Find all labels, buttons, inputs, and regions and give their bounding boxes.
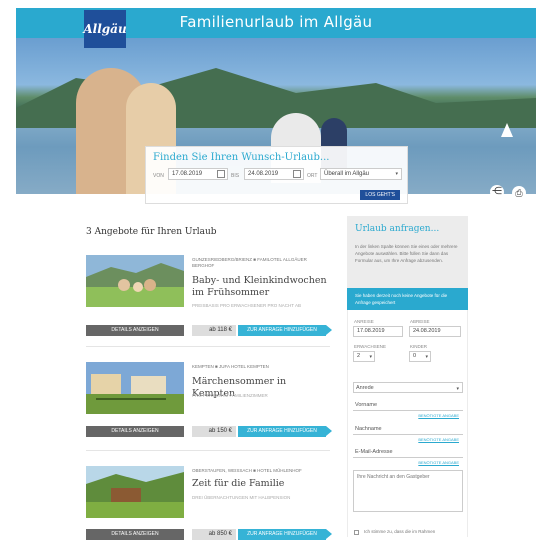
divider xyxy=(86,346,330,347)
print-icon[interactable]: ⎙ xyxy=(512,186,526,200)
offer-location: GUNZESRIEDBERG/BRIENZ ■ FAMILOTEL ALLGÄU… xyxy=(192,257,307,268)
allgaeu-logo[interactable]: Allgäu xyxy=(83,10,127,48)
from-label: VON xyxy=(153,173,164,179)
required-note: BENÖTIGTE ANGABE xyxy=(418,460,459,465)
adults-value: 2 xyxy=(357,353,361,359)
chevron-down-icon: ▾ xyxy=(369,354,372,360)
add-to-inquiry-button[interactable]: ZUR ANFRAGE HINZUFÜGEN xyxy=(238,529,332,540)
chevron-down-icon: ▾ xyxy=(395,171,398,177)
add-to-inquiry-button[interactable]: ZUR ANFRAGE HINZUFÜGEN xyxy=(238,325,332,336)
offer-price: ab 118 € xyxy=(192,325,236,336)
calendar-icon[interactable] xyxy=(293,170,301,178)
where-select[interactable]: Überall im Allgäu ▾ xyxy=(320,168,402,180)
offers-heading: 3 Angebote für Ihren Urlaub xyxy=(86,227,217,237)
offer-title[interactable]: Baby- und Kleinkindwochen im Frühsommer xyxy=(192,275,332,299)
share-icon[interactable]: ⋲ xyxy=(490,185,504,199)
offer-subtitle: PRO PERSON IM FAMILIENZIMMER xyxy=(192,393,268,398)
offer-location: KEMPTEN ■ JUFA HOTEL KEMPTEN xyxy=(192,364,269,369)
chevron-down-icon: ▾ xyxy=(456,386,459,392)
offer-image[interactable] xyxy=(86,362,184,414)
offer-image[interactable] xyxy=(86,255,184,307)
inquiry-empty-banner: Sie haben derzeit noch keine Angebote fü… xyxy=(347,288,468,310)
adults-label: ERWACHSENE xyxy=(354,344,387,349)
arrival-input[interactable]: 17.08.2019 xyxy=(353,326,403,337)
salutation-value: Anrede xyxy=(356,385,374,391)
details-button[interactable]: DETAILS ANZEIGEN xyxy=(86,325,184,336)
inquiry-description: In der linken Spalte können Sie eines od… xyxy=(355,244,458,263)
offer-price: ab 150 € xyxy=(192,426,236,437)
details-button[interactable]: DETAILS ANZEIGEN xyxy=(86,426,184,437)
firstname-field[interactable]: Vorname xyxy=(353,400,463,411)
required-note: BENÖTIGTE ANGABE xyxy=(418,437,459,442)
to-date-value: 24.08.2019 xyxy=(248,171,279,177)
chevron-down-icon: ▾ xyxy=(425,354,428,360)
from-date-input[interactable]: 17.08.2019 xyxy=(168,168,228,180)
where-value: Überall im Allgäu xyxy=(324,171,370,177)
children-label: KINDER xyxy=(410,344,428,349)
offer-title[interactable]: Zeit für die Familie xyxy=(192,478,332,490)
children-select[interactable]: 0 ▾ xyxy=(409,351,431,362)
arrival-label: ANREISE xyxy=(354,319,374,324)
departure-label: ABREISE xyxy=(410,319,430,324)
offer-image[interactable] xyxy=(86,466,184,518)
message-textarea[interactable]: Ihre Nachricht an den Gastgeber xyxy=(353,470,463,512)
offer-card: OBERSTAUFEN, WEISSACH ■ HOTEL MÜHLENHOF … xyxy=(86,466,332,540)
from-date-value: 17.08.2019 xyxy=(172,171,203,177)
inquiry-title: Urlaub anfragen... xyxy=(355,224,440,234)
inquiry-form: ANREISE 17.08.2019 ABREISE 24.08.2019 ER… xyxy=(347,310,468,537)
consent-checkbox[interactable] xyxy=(354,530,359,535)
search-title: Finden Sie Ihren Wunsch-Urlaub... xyxy=(153,152,330,163)
sailboat-icon xyxy=(501,123,513,137)
to-label: BIS xyxy=(231,173,240,179)
offer-subtitle: PREISBASIS PRO ERWACHSENER PRO NACHT AB xyxy=(192,303,301,308)
children-value: 0 xyxy=(413,353,417,359)
search-submit-button[interactable]: LOS GEHT'S xyxy=(360,190,400,200)
adults-select[interactable]: 2 ▾ xyxy=(353,351,375,362)
offer-location: OBERSTAUFEN, WEISSACH ■ HOTEL MÜHLENHOF xyxy=(192,468,302,473)
calendar-icon[interactable] xyxy=(217,170,225,178)
logo-text: Allgäu xyxy=(83,22,127,36)
to-date-input[interactable]: 24.08.2019 xyxy=(244,168,304,180)
details-button[interactable]: DETAILS ANZEIGEN xyxy=(86,529,184,540)
where-label: ORT xyxy=(307,173,318,179)
offer-subtitle: DREI ÜBERNACHTUNGEN MIT HALBPENSION xyxy=(192,495,291,500)
lastname-field[interactable]: Nachname xyxy=(353,424,463,435)
salutation-select[interactable]: Anrede ▾ xyxy=(353,382,463,393)
offer-card: KEMPTEN ■ JUFA HOTEL KEMPTEN Märchensomm… xyxy=(86,362,332,444)
departure-input[interactable]: 24.08.2019 xyxy=(409,326,461,337)
consent-label: Ich stimme zu, dass die im Rahmen xyxy=(364,529,436,534)
divider xyxy=(86,450,330,451)
inquiry-panel: Urlaub anfragen... In der linken Spalte … xyxy=(347,216,468,537)
offer-card: GUNZESRIEDBERG/BRIENZ ■ FAMILOTEL ALLGÄU… xyxy=(86,255,332,337)
required-note: BENÖTIGTE ANGABE xyxy=(418,413,459,418)
email-field[interactable]: E-Mail-Adresse xyxy=(353,447,463,458)
search-panel: Finden Sie Ihren Wunsch-Urlaub... VON 17… xyxy=(145,146,408,204)
offer-price: ab 850 € xyxy=(192,529,236,540)
add-to-inquiry-button[interactable]: ZUR ANFRAGE HINZUFÜGEN xyxy=(238,426,332,437)
